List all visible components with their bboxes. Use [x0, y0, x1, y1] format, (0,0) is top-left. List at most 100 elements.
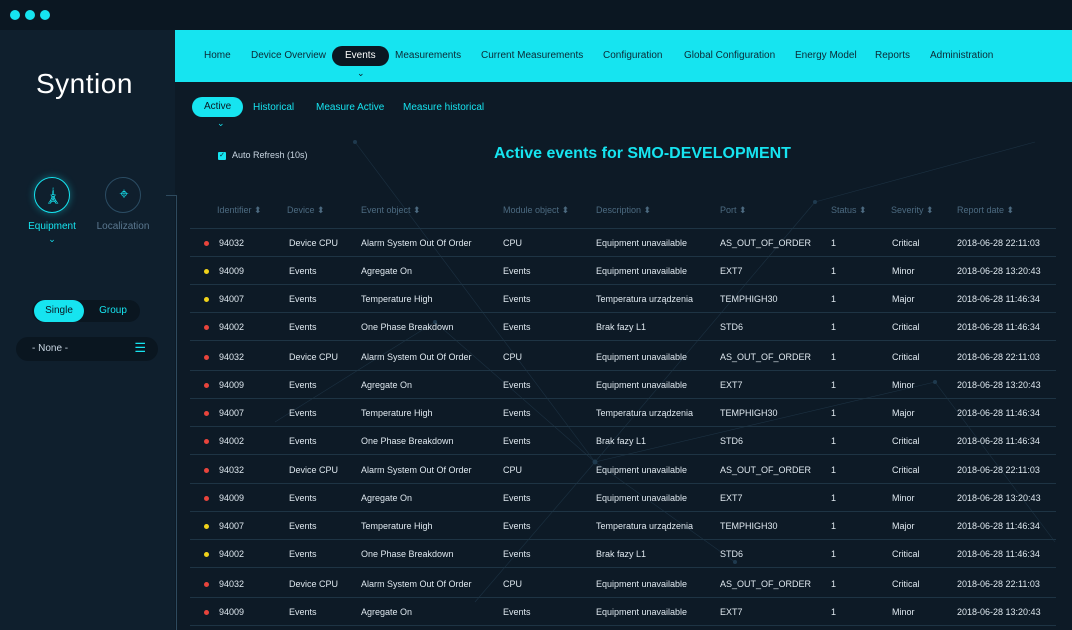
nav-item-global-configuration[interactable]: Global Configuration: [684, 50, 775, 61]
cell-event-object: Alarm System Out Of Order: [361, 465, 472, 475]
cell-status: 1: [831, 322, 837, 332]
cell-status: 1: [831, 579, 837, 589]
cell-device: Events: [289, 436, 317, 446]
severity-dot-icon: [204, 411, 209, 416]
table-row[interactable]: 94002 Events One Phase Breakdown Events Brak…: [190, 428, 1056, 454]
cell-report-date: 2018-06-28 11:46:34: [957, 408, 1040, 418]
row-divider: [190, 539, 1056, 540]
column-header-identifier[interactable]: Identifier ⬍: [217, 205, 262, 216]
column-header-device[interactable]: Device ⬍: [287, 205, 325, 216]
cell-severity: Minor: [892, 380, 915, 390]
cell-identifier: 94009: [219, 493, 245, 503]
cell-identifier: 94032: [219, 465, 245, 475]
cell-description: Equipment unavailable: [596, 266, 688, 276]
nav-item-home[interactable]: Home: [204, 50, 231, 61]
cell-status: 1: [831, 465, 837, 475]
sort-icon: ⬍: [561, 205, 570, 215]
cell-port: TEMPHIGH30: [720, 408, 778, 418]
cell-status: 1: [831, 294, 837, 304]
column-header-module-object[interactable]: Module object ⬍: [503, 205, 569, 216]
sidebar-tab-label: Equipment: [28, 221, 76, 232]
table-row[interactable]: 94009 Events Agregate On Events Equipment un…: [190, 372, 1056, 398]
column-header-severity[interactable]: Severity ⬍: [891, 205, 934, 216]
sidebar-tab-equipment[interactable]: 🗼︎ Equipment ⌄: [16, 177, 88, 245]
cell-device: Events: [289, 408, 317, 418]
app-logo: Syntion: [36, 68, 133, 99]
column-header-report-date[interactable]: Report date ⬍: [957, 205, 1014, 216]
window-titlebar: [0, 0, 1072, 30]
nav-item-configuration[interactable]: Configuration: [603, 50, 662, 61]
window-minimize-dot[interactable]: [25, 10, 35, 20]
cell-port: TEMPHIGH30: [720, 521, 778, 531]
cell-identifier: 94007: [219, 294, 245, 304]
table-row[interactable]: 94007 Events Temperature High Events Tempera…: [190, 513, 1056, 539]
dropdown-value: - None -: [32, 343, 69, 354]
column-header-label: Event object: [361, 205, 411, 215]
cell-port: STD6: [720, 322, 744, 332]
toggle-group[interactable]: Group: [88, 300, 138, 322]
sidebar-tab-localization[interactable]: ⌖ Localization: [87, 177, 159, 232]
subtab-active[interactable]: Active: [192, 97, 244, 117]
cell-module-object: Events: [503, 380, 531, 390]
auto-refresh-checkbox[interactable]: ✓ Auto Refresh (10s): [218, 150, 308, 160]
table-row[interactable]: 94009 Events Agregate On Events Equipment un…: [190, 485, 1056, 511]
table-row[interactable]: 94032 Device CPU Alarm System Out Of Order…: [190, 457, 1056, 483]
table-row[interactable]: 94002 Events One Phase Breakdown Events Brak…: [190, 314, 1056, 340]
cell-description: Brak fazy L1: [596, 436, 647, 446]
severity-dot-icon: [204, 241, 209, 246]
table-row[interactable]: 94009 Events Agregate On Events Equipment un…: [190, 599, 1056, 625]
column-header-event-object[interactable]: Event object ⬍: [361, 205, 421, 216]
table-row[interactable]: 94007 Events Temperature High Events Tempera…: [190, 286, 1056, 312]
column-header-status[interactable]: Status ⬍: [831, 205, 867, 216]
cell-event-object: Temperature High: [361, 294, 433, 304]
cell-identifier: 94009: [219, 266, 245, 276]
severity-dot-icon: [204, 468, 209, 473]
toggle-single[interactable]: Single: [34, 300, 84, 322]
divider-tick: [166, 195, 176, 196]
equipment-dropdown[interactable]: - None - ☰: [16, 337, 158, 361]
row-divider: [190, 256, 1056, 257]
window-maximize-dot[interactable]: [40, 10, 50, 20]
cell-module-object: Events: [503, 521, 531, 531]
row-divider: [190, 312, 1056, 313]
nav-item-measurements[interactable]: Measurements: [395, 50, 461, 61]
severity-dot-icon: [204, 582, 209, 587]
nav-item-administration[interactable]: Administration: [930, 50, 993, 61]
column-header-description[interactable]: Description ⬍: [596, 205, 651, 216]
severity-dot-icon: [204, 439, 209, 444]
row-divider: [190, 426, 1056, 427]
severity-dot-icon: [204, 524, 209, 529]
cell-event-object: Agregate On: [361, 380, 413, 390]
nav-item-device-overview[interactable]: Device Overview: [251, 50, 326, 61]
subtab-measure-historical[interactable]: Measure historical: [403, 102, 484, 113]
sort-icon: ⬍: [1006, 205, 1015, 215]
location-pin-icon-wrap: ⌖: [105, 177, 141, 213]
cell-report-date: 2018-06-28 13:20:43: [957, 266, 1041, 276]
nav-item-reports[interactable]: Reports: [875, 50, 910, 61]
cell-description: Temperatura urządzenia: [596, 408, 694, 418]
table-row[interactable]: 94007 Events Temperature High Events Tempera…: [190, 400, 1056, 426]
cell-module-object: Events: [503, 408, 531, 418]
column-header-label: Severity: [891, 205, 924, 215]
table-row[interactable]: 94009 Events Agregate On Events Equipment un…: [190, 258, 1056, 284]
nav-item-current-measurements[interactable]: Current Measurements: [481, 50, 583, 61]
subtab-measure-active[interactable]: Measure Active: [316, 102, 384, 113]
cell-report-date: 2018-06-28 11:46:34: [957, 521, 1040, 531]
severity-dot-icon: [204, 383, 209, 388]
severity-dot-icon: [204, 552, 209, 557]
sort-icon: ⬍: [739, 205, 747, 215]
nav-item-events[interactable]: Events: [332, 46, 389, 66]
nav-item-energy-model[interactable]: Energy Model: [795, 50, 857, 61]
table-row[interactable]: 94032 Device CPU Alarm System Out Of Order…: [190, 571, 1056, 597]
table-row[interactable]: 94002 Events One Phase Breakdown Events Brak…: [190, 541, 1056, 567]
severity-dot-icon: [204, 355, 209, 360]
cell-description: Equipment unavailable: [596, 579, 688, 589]
table-row[interactable]: 94032 Device CPU Alarm System Out Of Order…: [190, 344, 1056, 370]
table-row[interactable]: 94032 Device CPU Alarm System Out Of Order…: [190, 230, 1056, 256]
subtab-historical[interactable]: Historical: [253, 102, 294, 113]
cell-port: EXT7: [720, 266, 743, 276]
window-close-dot[interactable]: [10, 10, 20, 20]
row-divider: [190, 340, 1056, 341]
column-header-label: Device: [287, 205, 315, 215]
column-header-port[interactable]: Port ⬍: [720, 205, 747, 216]
